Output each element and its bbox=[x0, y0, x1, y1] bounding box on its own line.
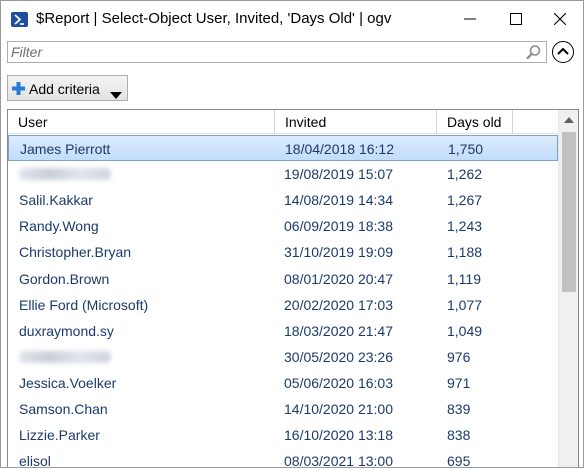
table-row[interactable]: Jessica.Voelker 05/06/2020 16:03 971 bbox=[8, 370, 558, 396]
chevron-up-icon bbox=[557, 47, 569, 55]
table-row[interactable]: James Pierrott 18/04/2018 16:12 1,750 bbox=[8, 135, 558, 161]
redacted-user-name bbox=[19, 350, 111, 363]
cell-user bbox=[19, 166, 111, 183]
cell-days-old: 1,077 bbox=[447, 296, 483, 313]
table-row[interactable]: Christopher.Bryan 31/10/2019 19:09 1,188 bbox=[8, 239, 558, 265]
cell-days-old: 1,243 bbox=[447, 218, 483, 235]
vertical-scrollbar[interactable] bbox=[558, 110, 578, 467]
cell-user: elisol bbox=[19, 453, 51, 468]
cell-user bbox=[19, 349, 111, 366]
cell-invited: 08/01/2020 20:47 bbox=[284, 270, 393, 287]
cell-days-old: 838 bbox=[447, 427, 471, 444]
window-title: $Report | Select-Object User, Invited, '… bbox=[36, 10, 392, 27]
cell-invited: 14/08/2019 14:34 bbox=[284, 192, 393, 209]
cell-invited: 08/03/2021 13:00 bbox=[284, 453, 393, 468]
cell-invited: 19/08/2019 15:07 bbox=[284, 166, 393, 183]
cell-invited: 20/02/2020 17:03 bbox=[284, 296, 393, 313]
cell-days-old: 1,267 bbox=[447, 192, 483, 209]
close-button[interactable] bbox=[537, 1, 583, 38]
cell-user: Salil.Kakkar bbox=[19, 192, 93, 209]
cell-user: Lizzie.Parker bbox=[19, 427, 100, 444]
table-row[interactable]: Lizzie.Parker 16/10/2020 13:18 838 bbox=[8, 422, 558, 448]
table-row[interactable]: Ellie Ford (Microsoft) 20/02/2020 17:03 1,… bbox=[8, 292, 558, 318]
table-row[interactable]: 30/05/2020 23:26 976 bbox=[8, 344, 558, 370]
cell-user: Christopher.Bryan bbox=[19, 244, 132, 261]
cell-days-old: 1,049 bbox=[447, 322, 483, 339]
table-row[interactable]: duxraymond.sy 18/03/2020 21:47 1,049 bbox=[8, 318, 558, 344]
cell-user: Samson.Chan bbox=[19, 401, 108, 417]
maximize-icon bbox=[510, 13, 522, 25]
close-icon bbox=[554, 13, 566, 25]
plus-icon bbox=[12, 82, 25, 95]
minimize-button[interactable] bbox=[447, 1, 493, 38]
cell-days-old: 1,262 bbox=[447, 166, 483, 183]
maximize-button[interactable] bbox=[493, 1, 539, 38]
cell-days-old: 976 bbox=[447, 348, 471, 365]
title-bar[interactable]: $Report | Select-Object User, Invited, '… bbox=[1, 1, 583, 38]
cell-invited: 30/05/2020 23:26 bbox=[284, 348, 393, 365]
table-row[interactable]: 19/08/2019 15:07 1,262 bbox=[8, 161, 558, 187]
table-row[interactable]: Salil.Kakkar 14/08/2019 14:34 1,267 bbox=[8, 187, 558, 213]
scroll-up-arrow-icon bbox=[564, 117, 574, 123]
powershell-icon bbox=[11, 12, 28, 27]
cell-days-old: 971 bbox=[447, 374, 471, 391]
cell-days-old: 695 bbox=[447, 453, 471, 468]
cell-days-old: 1,119 bbox=[447, 270, 481, 287]
cell-invited: 31/10/2019 19:09 bbox=[284, 244, 393, 261]
cell-user: Randy.Wong bbox=[19, 218, 99, 235]
redacted-user-name bbox=[19, 168, 111, 181]
table-row[interactable]: Randy.Wong 06/09/2019 18:38 1,243 bbox=[8, 213, 558, 239]
table-row[interactable]: Gordon.Brown 08/01/2020 20:47 1,119 bbox=[8, 266, 558, 292]
cell-invited: 06/09/2019 18:38 bbox=[284, 218, 393, 235]
table-row[interactable]: Samson.Chan 14/10/2020 21:00 839 bbox=[8, 396, 558, 422]
cell-invited: 16/10/2020 13:18 bbox=[284, 427, 393, 444]
column-header-row: User Invited Days old bbox=[8, 110, 558, 134]
column-header-invited[interactable]: Invited bbox=[275, 110, 437, 134]
search-icon[interactable] bbox=[525, 44, 542, 61]
scroll-up-button[interactable] bbox=[559, 110, 578, 130]
scroll-thumb[interactable] bbox=[562, 132, 576, 292]
add-criteria-button[interactable]: Add criteria bbox=[7, 75, 128, 101]
cell-user: Jessica.Voelker bbox=[19, 374, 117, 391]
cell-invited: 14/10/2020 21:00 bbox=[284, 401, 393, 417]
chevron-down-icon bbox=[110, 86, 122, 102]
add-criteria-label: Add criteria bbox=[29, 81, 100, 97]
cell-invited: 18/04/2018 16:12 bbox=[285, 141, 394, 157]
filter-box bbox=[7, 41, 547, 63]
filter-input[interactable] bbox=[11, 43, 521, 61]
cell-days-old: 1,188 bbox=[447, 244, 483, 261]
cell-user: Ellie Ford (Microsoft) bbox=[19, 296, 149, 313]
collapse-filter-button[interactable] bbox=[552, 41, 574, 63]
results-grid[interactable]: User Invited Days old James Pierrott 18/0… bbox=[7, 109, 579, 468]
cell-user: James Pierrott bbox=[20, 141, 111, 157]
column-header-filler bbox=[513, 110, 558, 134]
column-header-days-old[interactable]: Days old bbox=[437, 110, 513, 134]
table-row[interactable]: elisol 08/03/2021 13:00 695 bbox=[8, 448, 558, 468]
minimize-icon bbox=[464, 18, 476, 20]
cell-days-old: 1,750 bbox=[448, 141, 484, 157]
cell-days-old: 839 bbox=[447, 401, 471, 417]
cell-user: duxraymond.sy bbox=[19, 322, 114, 339]
column-header-user[interactable]: User bbox=[8, 110, 275, 134]
cell-invited: 05/06/2020 16:03 bbox=[284, 374, 393, 391]
cell-invited: 18/03/2020 21:47 bbox=[284, 322, 393, 339]
ogv-window: $Report | Select-Object User, Invited, '… bbox=[0, 0, 584, 468]
cell-user: Gordon.Brown bbox=[19, 270, 110, 287]
